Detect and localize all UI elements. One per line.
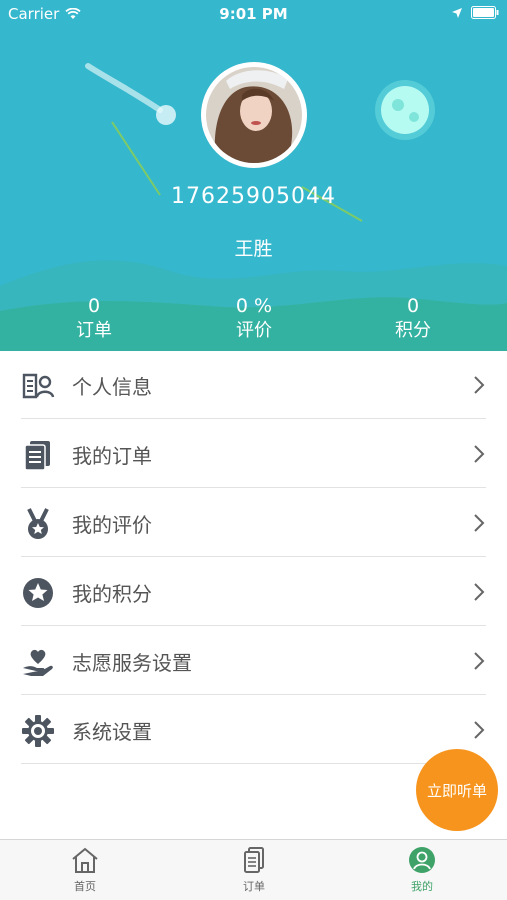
divider [21,763,486,764]
stat-points-label: 积分 [395,320,431,341]
menu-item-label: 系统设置 [72,720,152,744]
planet-decoration [375,80,435,140]
tab-orders[interactable]: 订单 [204,846,304,894]
chevron-right-icon [474,721,485,739]
menu-item-my-points[interactable]: 我的积分 [0,558,507,626]
location-arrow-icon [452,7,462,18]
tab-mine-label: 我的 [411,880,433,893]
stat-points-value: 0 [406,295,420,317]
menu-item-my-orders[interactable]: 我的订单 [0,420,507,488]
divider [21,694,486,695]
avatar[interactable] [201,62,307,168]
stat-orders[interactable]: 0 订单 [34,294,154,344]
id-card-icon [22,373,55,399]
tab-bar: 首页 订单 我的 [0,839,507,900]
phone-number: 17625905044 [171,184,336,209]
menu-item-label: 我的评价 [72,513,152,537]
stat-points[interactable]: 0 积分 [353,294,473,344]
stat-rating-value: 0 % [235,295,273,317]
stats-row: 0 订单 0 % 评价 0 积分 [0,294,507,348]
tab-mine[interactable]: 我的 [372,846,472,894]
person-icon [409,847,435,873]
profile-header: Carrier 9:01 PM 17625905044 王胜 0 订单 0 % … [0,0,507,351]
battery-icon [471,6,499,19]
stat-rating-label: 评价 [236,320,272,341]
divider [21,625,486,626]
avatar-photo [206,67,302,163]
chevron-right-icon [474,376,485,394]
menu-item-my-reviews[interactable]: 我的评价 [0,489,507,557]
home-icon [72,847,98,873]
divider [21,487,486,488]
accept-orders-button[interactable]: 立即听单 [416,749,498,831]
stat-rating[interactable]: 0 % 评价 [194,294,314,344]
divider [21,556,486,557]
chevron-right-icon [474,514,485,532]
menu-item-label: 我的积分 [72,582,152,606]
status-bar: Carrier 9:01 PM [0,0,507,28]
clock: 9:01 PM [219,5,288,23]
menu-item-system-settings[interactable]: 系统设置 [0,696,507,764]
star-circle-icon [23,578,53,608]
tab-home[interactable]: 首页 [35,846,135,894]
menu-item-volunteer-settings[interactable]: 志愿服务设置 [0,627,507,695]
hand-heart-icon [23,649,53,676]
stat-orders-value: 0 [87,295,101,317]
menu-item-label: 志愿服务设置 [72,651,192,675]
menu-item-personal-info[interactable]: 个人信息 [0,351,507,419]
document-icon [244,847,264,873]
menu-item-label: 我的订单 [72,444,152,468]
menu-item-label: 个人信息 [72,375,152,399]
chevron-right-icon [474,445,485,463]
chevron-right-icon [474,652,485,670]
status-icons [451,6,499,19]
tab-orders-label: 订单 [243,880,265,893]
medal-icon [27,508,49,539]
user-name: 王胜 [234,238,273,260]
chevron-right-icon [474,583,485,601]
document-icon [24,441,50,471]
gear-icon [22,715,54,747]
tab-home-label: 首页 [74,880,96,893]
stat-orders-label: 订单 [76,320,112,341]
divider [21,418,486,419]
